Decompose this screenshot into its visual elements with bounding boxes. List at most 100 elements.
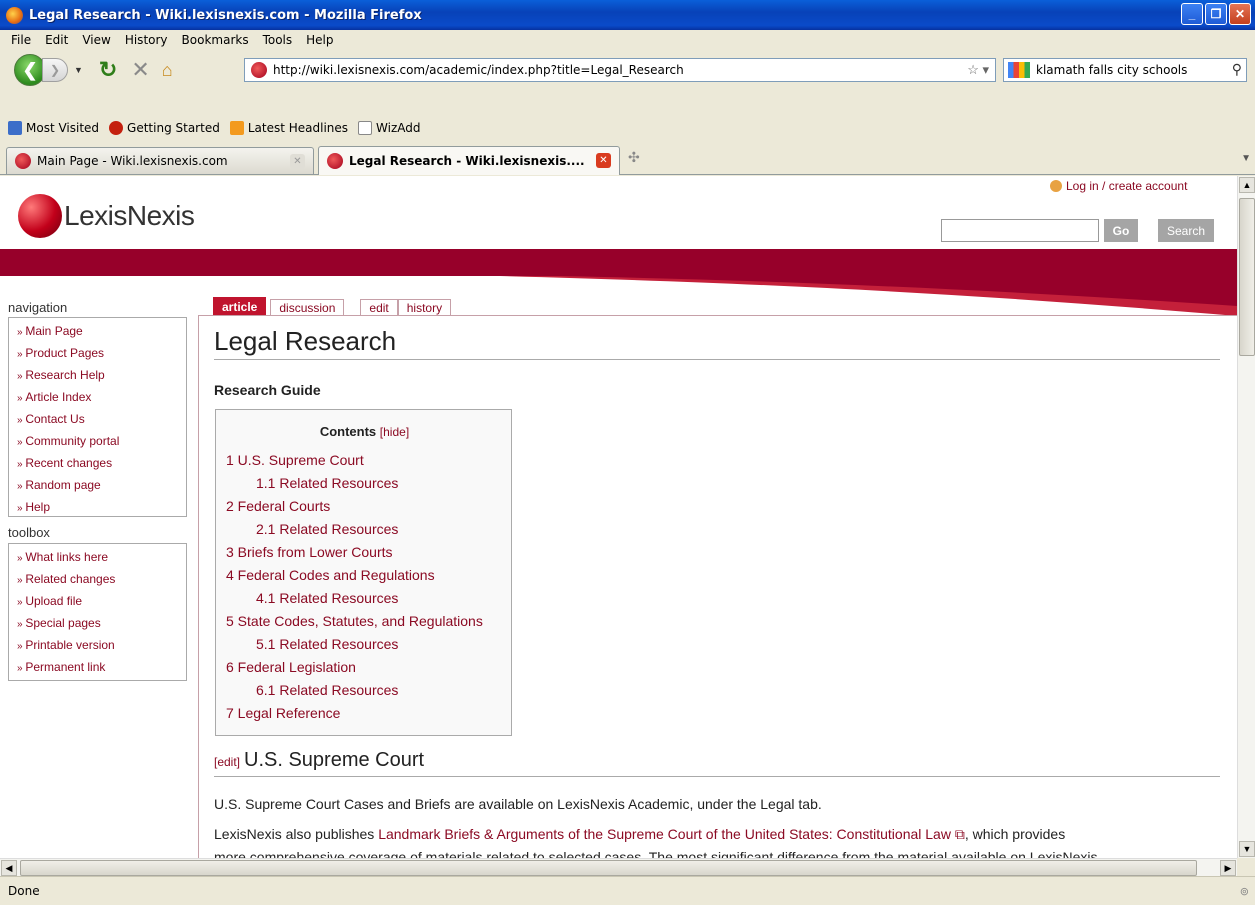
nav-article-index[interactable]: Article Index: [17, 387, 186, 409]
site-favicon-icon: [15, 153, 31, 169]
getting-started-icon: [109, 121, 124, 135]
site-favicon-icon: [327, 153, 343, 169]
toc-item[interactable]: 5.1 Related Resources: [256, 636, 398, 652]
toc-item[interactable]: 5 State Codes, Statutes, and Regulations: [226, 613, 483, 629]
vertical-scrollbar[interactable]: ▲ ▼: [1237, 176, 1255, 858]
stop-icon[interactable]: ✕: [131, 57, 149, 83]
content-border-left: [198, 315, 199, 858]
bookmark-getting-started[interactable]: Getting Started: [109, 121, 220, 135]
toc-item[interactable]: 6.1 Related Resources: [256, 682, 398, 698]
menu-bar: File Edit View History Bookmarks Tools H…: [0, 30, 1255, 50]
tab-label: Main Page - Wiki.lexisnexis.com: [37, 154, 228, 168]
vertical-scroll-thumb[interactable]: [1239, 198, 1255, 356]
search-bar[interactable]: klamath falls city schools ⚲: [1003, 58, 1247, 82]
nav-product-pages[interactable]: Product Pages: [17, 343, 186, 365]
logo-text: LexisNexis: [64, 200, 195, 231]
scroll-up-icon[interactable]: ▲: [1239, 177, 1255, 193]
nav-contact-us[interactable]: Contact Us: [17, 409, 186, 431]
site-favicon-icon: [251, 62, 267, 78]
tool-related-changes[interactable]: Related changes: [17, 569, 186, 591]
navigation-toolbar: ❮ ❯ ▼ ↻ ✕ ⌂ http://wiki.lexisnexis.com/a…: [0, 50, 1255, 90]
lexisnexis-logo[interactable]: LexisNexis: [18, 194, 195, 238]
tab-article[interactable]: article: [213, 297, 267, 316]
bookmark-star-icon[interactable]: ☆ ▾: [967, 62, 989, 78]
menu-help[interactable]: Help: [299, 33, 340, 47]
tab-close-icon[interactable]: ✕: [596, 153, 611, 168]
bookmark-latest-headlines[interactable]: Latest Headlines: [229, 121, 348, 135]
toc-item[interactable]: 2 Federal Courts: [226, 498, 330, 514]
tab-main-page[interactable]: Main Page - Wiki.lexisnexis.com ✕: [6, 147, 314, 174]
nav-help[interactable]: Help: [17, 497, 186, 519]
minimize-icon[interactable]: _: [1181, 3, 1203, 25]
tab-legal-research[interactable]: Legal Research - Wiki.lexisnexis.... ✕: [318, 146, 620, 175]
tool-printable-version[interactable]: Printable version: [17, 635, 186, 657]
tool-upload-file[interactable]: Upload file: [17, 591, 186, 613]
menu-history[interactable]: History: [118, 33, 175, 47]
history-dropdown-icon[interactable]: ▼: [74, 65, 83, 75]
new-tab-icon[interactable]: ✣: [628, 149, 640, 166]
section-rule: [214, 776, 1220, 777]
tab-history[interactable]: history: [397, 299, 452, 316]
home-icon[interactable]: ⌂: [162, 60, 173, 81]
horizontal-scroll-thumb[interactable]: [20, 860, 1197, 876]
horizontal-scrollbar[interactable]: ◀ ▶: [0, 858, 1237, 876]
paragraph: U.S. Supreme Court Cases and Briefs are …: [214, 796, 822, 812]
toc-item[interactable]: 4 Federal Codes and Regulations: [226, 567, 435, 583]
toc-header: Contents [hide]: [216, 424, 513, 439]
nav-main-page[interactable]: Main Page: [17, 321, 186, 343]
go-button[interactable]: Go: [1104, 219, 1138, 242]
tool-special-pages[interactable]: Special pages: [17, 613, 186, 635]
menu-file[interactable]: File: [4, 33, 38, 47]
toc-item[interactable]: 2.1 Related Resources: [256, 521, 398, 537]
menu-edit[interactable]: Edit: [38, 33, 75, 47]
menu-bookmarks[interactable]: Bookmarks: [175, 33, 256, 47]
toc-hide-link[interactable]: [hide]: [380, 425, 409, 439]
wiki-search-input[interactable]: [941, 219, 1099, 242]
landmark-briefs-link[interactable]: Landmark Briefs & Arguments of the Supre…: [378, 826, 951, 842]
nav-random-page[interactable]: Random page: [17, 475, 186, 497]
window-title-bar: Legal Research - Wiki.lexisnexis.com - M…: [0, 0, 1255, 30]
forward-button[interactable]: ❯: [42, 58, 68, 82]
nav-research-help[interactable]: Research Help: [17, 365, 186, 387]
tab-list-icon[interactable]: ▼: [1241, 153, 1251, 164]
toc-item[interactable]: 3 Briefs from Lower Courts: [226, 544, 393, 560]
toc-item[interactable]: 1 U.S. Supreme Court: [226, 452, 364, 468]
window-title: Legal Research - Wiki.lexisnexis.com - M…: [29, 7, 422, 23]
section-edit-link[interactable]: [edit]: [214, 755, 240, 769]
menu-view[interactable]: View: [75, 33, 117, 47]
toc-item[interactable]: 4.1 Related Resources: [256, 590, 398, 606]
paragraph: more comprehensive coverage of materials…: [214, 849, 1098, 858]
external-link-icon: ⧉: [950, 826, 965, 842]
nav-recent-changes[interactable]: Recent changes: [17, 453, 186, 475]
google-search-engine-icon[interactable]: [1008, 62, 1030, 78]
url-bar[interactable]: http://wiki.lexisnexis.com/academic/inde…: [244, 58, 996, 82]
bookmark-most-visited[interactable]: Most Visited: [8, 121, 99, 135]
reload-icon[interactable]: ↻: [99, 57, 117, 83]
nav-community-portal[interactable]: Community portal: [17, 431, 186, 453]
close-icon[interactable]: ✕: [1229, 3, 1251, 25]
scroll-right-icon[interactable]: ▶: [1220, 860, 1236, 876]
tab-close-icon[interactable]: ✕: [290, 154, 305, 169]
toc-item[interactable]: 6 Federal Legislation: [226, 659, 356, 675]
search-button[interactable]: Search: [1158, 219, 1214, 242]
table-of-contents: Contents [hide] 1 U.S. Supreme Court 1.1…: [215, 409, 512, 736]
scroll-down-icon[interactable]: ▼: [1239, 841, 1255, 857]
restore-icon[interactable]: ❐: [1205, 3, 1227, 25]
tool-what-links-here[interactable]: What links here: [17, 547, 186, 569]
tab-edit[interactable]: edit: [360, 299, 398, 316]
paragraph-text: , which provides: [964, 826, 1066, 842]
search-magnifier-icon[interactable]: ⚲: [1232, 61, 1242, 78]
title-rule: [214, 359, 1220, 360]
bookmark-wizadd[interactable]: WizAdd: [358, 121, 420, 135]
url-text: http://wiki.lexisnexis.com/academic/inde…: [273, 63, 684, 77]
page-subtitle: Research Guide: [214, 382, 321, 398]
bookmark-label: Most Visited: [26, 121, 100, 135]
toc-item[interactable]: 7 Legal Reference: [226, 705, 340, 721]
scroll-left-icon[interactable]: ◀: [1, 860, 17, 876]
menu-tools[interactable]: Tools: [256, 33, 300, 47]
login-link[interactable]: Log in / create account: [1050, 179, 1187, 193]
toc-item[interactable]: 1.1 Related Resources: [256, 475, 398, 491]
tool-permanent-link[interactable]: Permanent link: [17, 657, 186, 679]
status-connection-icon: ⊚: [1239, 885, 1249, 898]
tab-discussion[interactable]: discussion: [270, 299, 345, 316]
